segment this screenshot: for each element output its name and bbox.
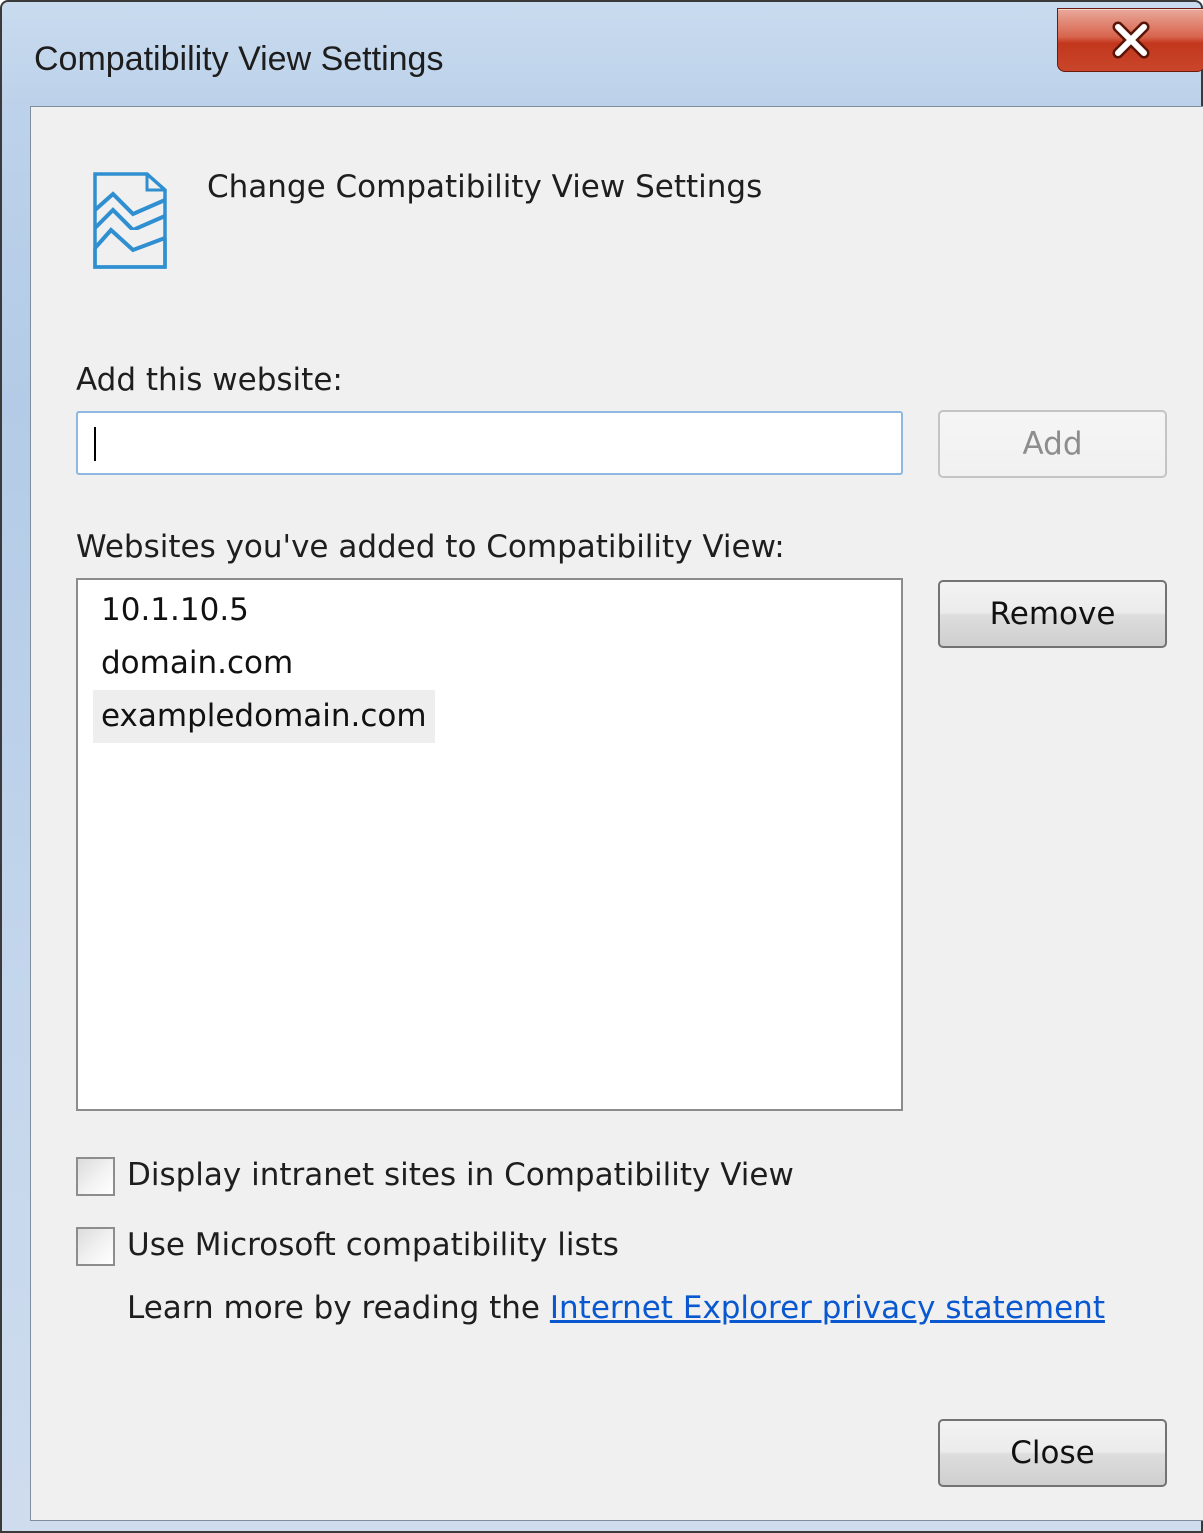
add-button[interactable]: Add xyxy=(938,410,1167,478)
remove-button[interactable]: Remove xyxy=(938,580,1167,648)
dialog-window: Compatibility View Settings Change Compa… xyxy=(0,0,1203,1533)
privacy-text: Learn more by reading the Internet Explo… xyxy=(127,1290,1105,1326)
intranet-checkbox-label[interactable]: Display intranet sites in Compatibility … xyxy=(127,1157,794,1193)
close-icon xyxy=(1112,21,1150,59)
text-caret xyxy=(94,427,96,461)
dialog-content: Change Compatibility View Settings Add t… xyxy=(30,106,1203,1521)
header-text: Change Compatibility View Settings xyxy=(207,169,763,205)
title-bar[interactable]: Compatibility View Settings xyxy=(2,2,1201,106)
ms-lists-checkbox[interactable] xyxy=(76,1227,115,1266)
list-item[interactable]: 10.1.10.5 xyxy=(93,584,257,637)
compatibility-view-icon xyxy=(93,172,167,269)
window-title: Compatibility View Settings xyxy=(34,40,444,78)
privacy-prefix: Learn more by reading the xyxy=(127,1290,541,1326)
list-item-selected[interactable]: exampledomain.com xyxy=(93,690,435,743)
website-input[interactable] xyxy=(76,411,903,475)
close-button[interactable]: Close xyxy=(938,1419,1167,1487)
list-item[interactable]: domain.com xyxy=(93,637,301,690)
intranet-checkbox[interactable] xyxy=(76,1157,115,1196)
ms-lists-checkbox-label[interactable]: Use Microsoft compatibility lists xyxy=(127,1227,619,1263)
privacy-statement-link[interactable]: Internet Explorer privacy statement xyxy=(550,1290,1105,1326)
websites-list-label: Websites you've added to Compatibility V… xyxy=(76,529,785,565)
websites-listbox[interactable]: 10.1.10.5 domain.com exampledomain.com xyxy=(76,578,903,1111)
add-website-label: Add this website: xyxy=(76,362,343,398)
close-window-button[interactable] xyxy=(1057,8,1203,72)
